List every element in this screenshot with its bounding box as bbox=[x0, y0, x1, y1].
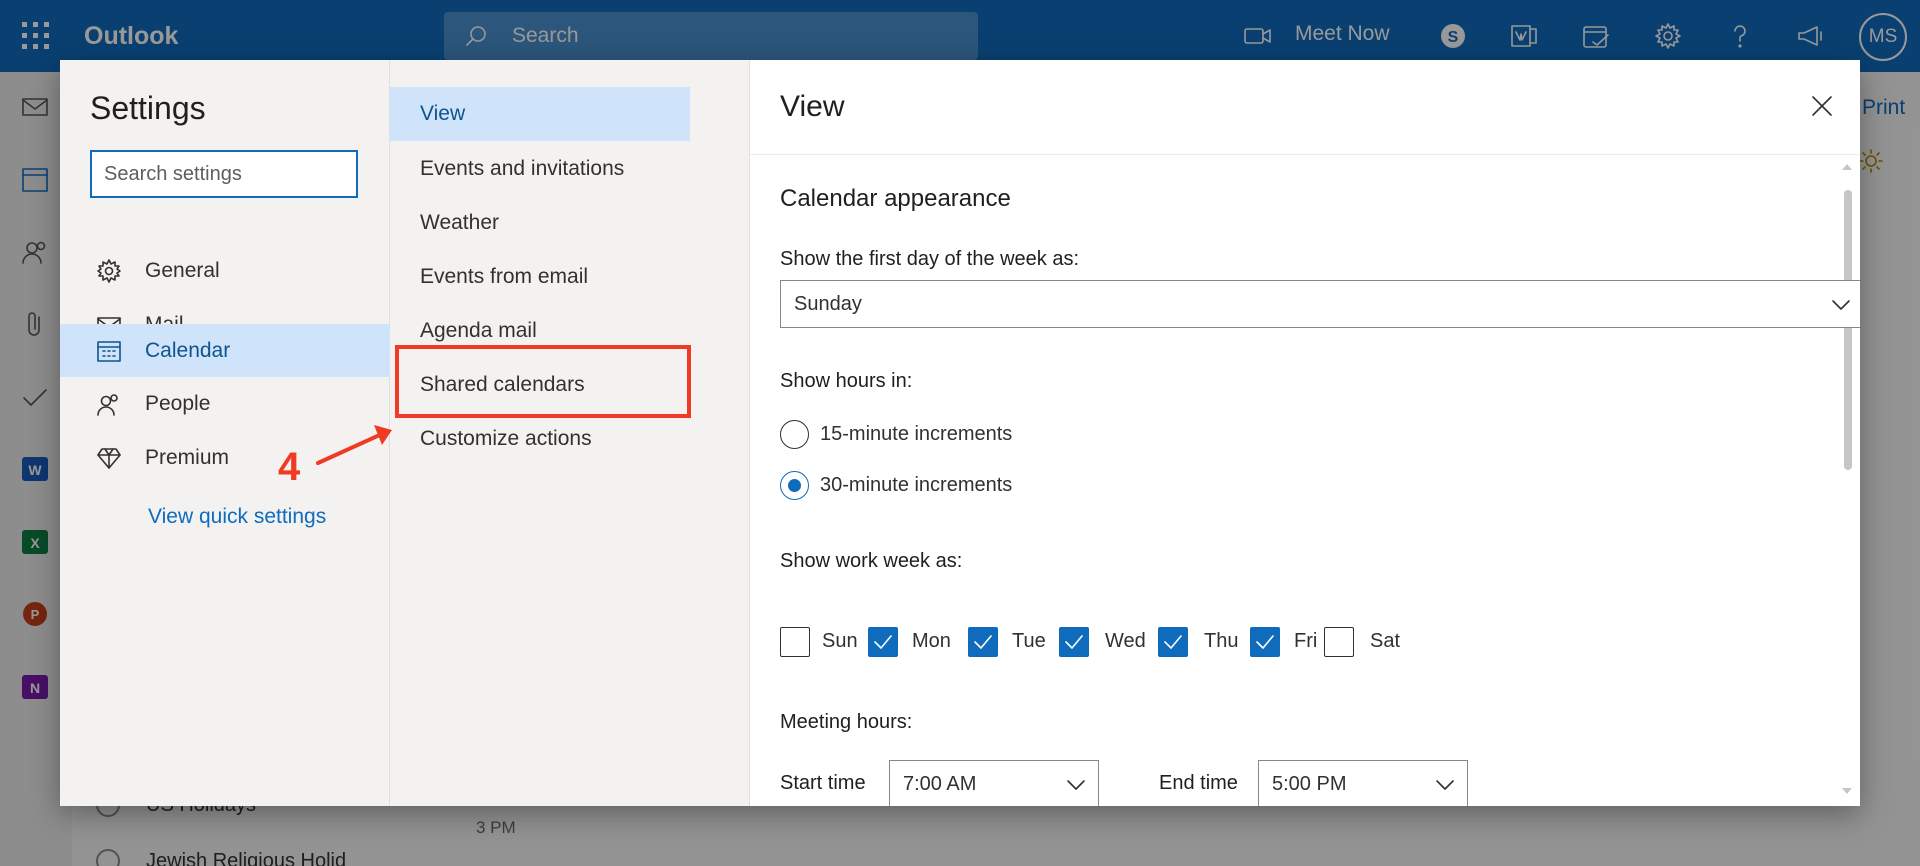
subnav-label: View bbox=[420, 102, 466, 125]
view-quick-settings-link[interactable]: View quick settings bbox=[148, 505, 326, 529]
gear-icon bbox=[96, 258, 122, 284]
work-week-label: Show work week as: bbox=[780, 550, 963, 572]
radio-label: 15-minute increments bbox=[820, 423, 1013, 445]
dropdown-value: 7:00 AM bbox=[903, 773, 977, 795]
scrollbar[interactable] bbox=[1844, 190, 1852, 470]
checkbox-tue[interactable] bbox=[968, 627, 998, 657]
day-label: Tue bbox=[1012, 630, 1046, 652]
day-label: Wed bbox=[1105, 630, 1146, 652]
radio-label: 30-minute increments bbox=[820, 474, 1013, 496]
scroll-down-arrow[interactable] bbox=[1842, 788, 1852, 794]
first-day-dropdown[interactable]: Sunday bbox=[780, 280, 1860, 328]
people-icon bbox=[96, 391, 122, 417]
search-settings-input[interactable] bbox=[90, 150, 358, 198]
day-label: Sat bbox=[1370, 630, 1401, 652]
end-time-label: End time bbox=[1159, 772, 1238, 794]
highlight-box bbox=[395, 345, 691, 418]
divider bbox=[750, 154, 1860, 155]
checkbox-sun[interactable] bbox=[780, 627, 810, 657]
category-general[interactable]: General bbox=[60, 244, 390, 298]
subnav-label: Events from email bbox=[420, 265, 589, 288]
work-week-days: Sun Mon Tue Wed Thu Fri Sat bbox=[780, 627, 1480, 659]
subnav-label: Events and invitations bbox=[420, 157, 625, 180]
radio-button[interactable] bbox=[780, 420, 809, 449]
annotation-arrow bbox=[310, 415, 450, 495]
end-time-dropdown[interactable]: 5:00 PM bbox=[1258, 760, 1468, 806]
checkbox-sat[interactable] bbox=[1324, 627, 1354, 657]
checkbox-mon[interactable] bbox=[868, 627, 898, 657]
category-label: Premium bbox=[145, 446, 230, 469]
meeting-hours-label: Meeting hours: bbox=[780, 711, 913, 733]
day-label: Mon bbox=[912, 630, 951, 652]
day-label: Sun bbox=[822, 630, 858, 652]
calendar-icon bbox=[96, 338, 122, 364]
category-label: General bbox=[145, 259, 220, 282]
dropdown-value: 5:00 PM bbox=[1272, 773, 1347, 795]
chevron-down-icon bbox=[1066, 775, 1086, 795]
subnav-label: Weather bbox=[420, 211, 499, 234]
settings-title: Settings bbox=[90, 90, 206, 126]
category-calendar[interactable]: Calendar bbox=[60, 324, 390, 377]
subnav-events-from-email[interactable]: Events from email bbox=[390, 250, 750, 304]
view-settings-pane: View Calendar appearance Show the first … bbox=[750, 60, 1860, 806]
section-title: Calendar appearance bbox=[780, 185, 1011, 212]
subnav-weather[interactable]: Weather bbox=[390, 196, 750, 250]
scroll-up-arrow[interactable] bbox=[1842, 164, 1852, 170]
chevron-down-icon bbox=[1435, 775, 1455, 795]
checkbox-wed[interactable] bbox=[1059, 627, 1089, 657]
first-day-label: Show the first day of the week as: bbox=[780, 248, 1080, 270]
category-label: People bbox=[145, 392, 211, 415]
radio-button[interactable] bbox=[780, 471, 809, 500]
start-time-label: Start time bbox=[780, 772, 866, 794]
subnav-events-and-invitations[interactable]: Events and invitations bbox=[390, 142, 750, 196]
diamond-icon bbox=[96, 445, 122, 471]
chevron-down-icon bbox=[1831, 295, 1851, 315]
subnav-label: Agenda mail bbox=[420, 319, 537, 342]
pane-title: View bbox=[780, 90, 845, 123]
day-label: Thu bbox=[1204, 630, 1239, 652]
category-label: Calendar bbox=[145, 339, 231, 362]
checkbox-thu[interactable] bbox=[1158, 627, 1188, 657]
settings-dialog: Settings General Mail Calendar People bbox=[60, 60, 1860, 806]
start-time-dropdown[interactable]: 7:00 AM bbox=[889, 760, 1099, 806]
day-label: Fri bbox=[1294, 630, 1318, 652]
close-icon[interactable] bbox=[1808, 92, 1836, 120]
subnav-view[interactable]: View bbox=[390, 87, 690, 141]
checkbox-fri[interactable] bbox=[1250, 627, 1280, 657]
dropdown-value: Sunday bbox=[794, 293, 862, 315]
hours-label: Show hours in: bbox=[780, 370, 913, 392]
step-number: 4 bbox=[278, 445, 301, 489]
